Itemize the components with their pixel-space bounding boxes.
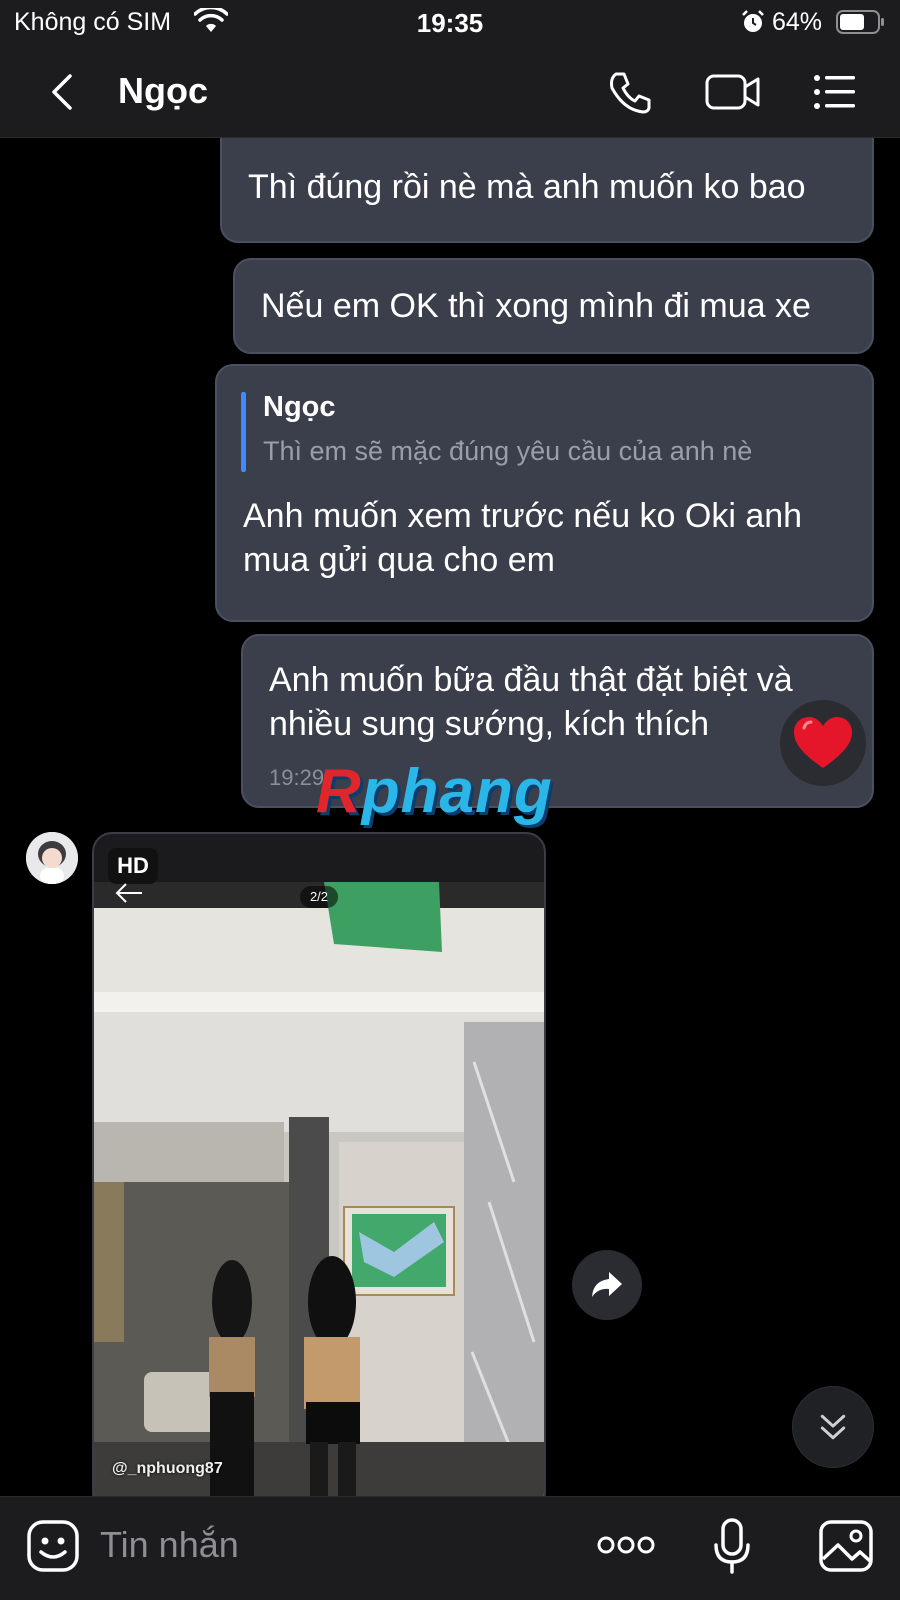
sticker-icon[interactable] [26, 1519, 80, 1573]
contact-name[interactable]: Ngọc [118, 70, 208, 112]
battery-icon [836, 10, 884, 34]
video-icon[interactable] [704, 68, 762, 116]
photo-caption: @_nphuong87 [112, 1460, 223, 1477]
share-arrow-icon [592, 1272, 622, 1297]
message-list[interactable]: Thì đúng rồi nè mà anh muốn ko bao Nếu e… [0, 138, 900, 1496]
quoted-sender: Ngọc [263, 391, 336, 423]
heart-icon [794, 717, 852, 768]
message-text: Nếu em OK thì xong mình đi mua xe [261, 287, 811, 325]
alarm-icon [742, 10, 764, 32]
photo-image[interactable] [94, 882, 546, 1496]
double-chevron-down-icon [820, 1414, 846, 1440]
status-bar: Không có SIM 19:35 64% [0, 0, 900, 46]
battery-percent: 64% [772, 8, 823, 36]
message-bubble-reply[interactable]: Ngọc Thì em sẽ mặc đúng yêu cầu của anh … [215, 364, 874, 622]
forward-button[interactable] [572, 1250, 642, 1320]
message-input[interactable] [100, 1517, 560, 1573]
quote-accent-bar [241, 392, 246, 472]
message-bubble[interactable]: Thì đúng rồi nè mà anh muốn ko bao [220, 138, 874, 243]
arrow-left-icon [115, 883, 142, 903]
mic-icon[interactable] [712, 1517, 752, 1575]
message-bubble[interactable]: Nếu em OK thì xong mình đi mua xe [233, 258, 874, 354]
reaction-badge[interactable] [780, 700, 866, 786]
watermark-logo: Rphang [316, 757, 553, 826]
phone-icon[interactable] [606, 68, 654, 116]
more-icon[interactable] [596, 1527, 656, 1563]
menu-icon[interactable] [810, 68, 858, 116]
message-composer [0, 1496, 900, 1600]
back-icon[interactable] [40, 68, 88, 116]
message-text: Thì đúng rồi nè mà anh muốn ko bao [248, 168, 806, 206]
message-text: Anh muốn xem trước nếu ko Oki anh mua gử… [243, 497, 803, 579]
gallery-icon[interactable] [818, 1519, 874, 1573]
photo-counter: 2/2 [300, 886, 338, 908]
scroll-to-bottom-button[interactable] [792, 1386, 874, 1468]
message-text: Anh muốn bữa đầu thật đặt biệt và nhiều … [269, 661, 793, 743]
avatar[interactable] [26, 832, 78, 884]
chat-header: Ngọc [0, 46, 900, 138]
hd-badge: HD [108, 848, 158, 884]
photo-message[interactable]: HD 2/2 @_nphuong87 [92, 832, 546, 1496]
quoted-text[interactable]: Thì em sẽ mặc đúng yêu cầu của anh nè [263, 434, 752, 468]
